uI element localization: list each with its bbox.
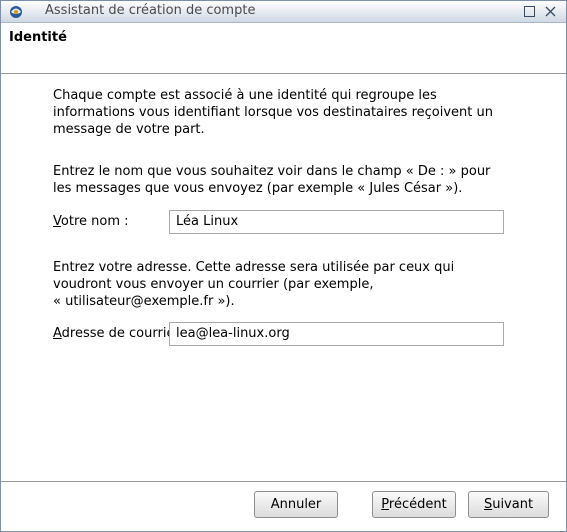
- name-instructions-line-2: les messages que vous envoyez (par exemp…: [53, 181, 463, 196]
- email-input[interactable]: lea@lea-linux.org: [169, 322, 504, 346]
- intro-text: Chaque compte est associé à une identité…: [53, 87, 523, 138]
- address-instructions-line-1: Entrez votre adresse. Cette adresse sera…: [53, 260, 455, 275]
- title-bar[interactable]: Assistant de création de compte: [1, 1, 566, 23]
- address-instructions-line-3: « utilisateur@exemple.fr »).: [53, 294, 235, 309]
- name-input[interactable]: Léa Linux: [169, 210, 504, 234]
- previous-button[interactable]: Précédent: [372, 491, 456, 518]
- name-label: Votre nom :: [53, 214, 129, 229]
- name-instructions: Entrez le nom que vous souhaitez voir da…: [53, 163, 523, 197]
- page-header: Identité: [1, 23, 566, 73]
- name-instructions-line-1: Entrez le nom que vous souhaitez voir da…: [53, 164, 491, 179]
- close-icon[interactable]: [543, 4, 558, 19]
- next-button[interactable]: Suivant: [468, 491, 549, 518]
- intro-line-2: informations vous identifiant lorsque vo…: [53, 105, 494, 120]
- window-title: Assistant de création de compte: [45, 3, 256, 18]
- intro-line-1: Chaque compte est associé à une identité…: [53, 88, 437, 103]
- maximize-icon[interactable]: [522, 4, 537, 19]
- wizard-content: Chaque compte est associé à une identité…: [1, 75, 566, 481]
- intro-line-3: message de votre part.: [53, 122, 205, 137]
- page-title: Identité: [9, 30, 67, 45]
- cancel-button[interactable]: Annuler: [254, 491, 338, 518]
- thunderbird-icon[interactable]: [8, 3, 24, 19]
- address-instructions: Entrez votre adresse. Cette adresse sera…: [53, 259, 523, 310]
- button-bar: Annuler Précédent Suivant: [1, 482, 566, 531]
- account-wizard-window: Assistant de création de compte Identité…: [0, 0, 567, 532]
- address-instructions-line-2: voudront vous envoyer un courrier (par e…: [53, 277, 374, 292]
